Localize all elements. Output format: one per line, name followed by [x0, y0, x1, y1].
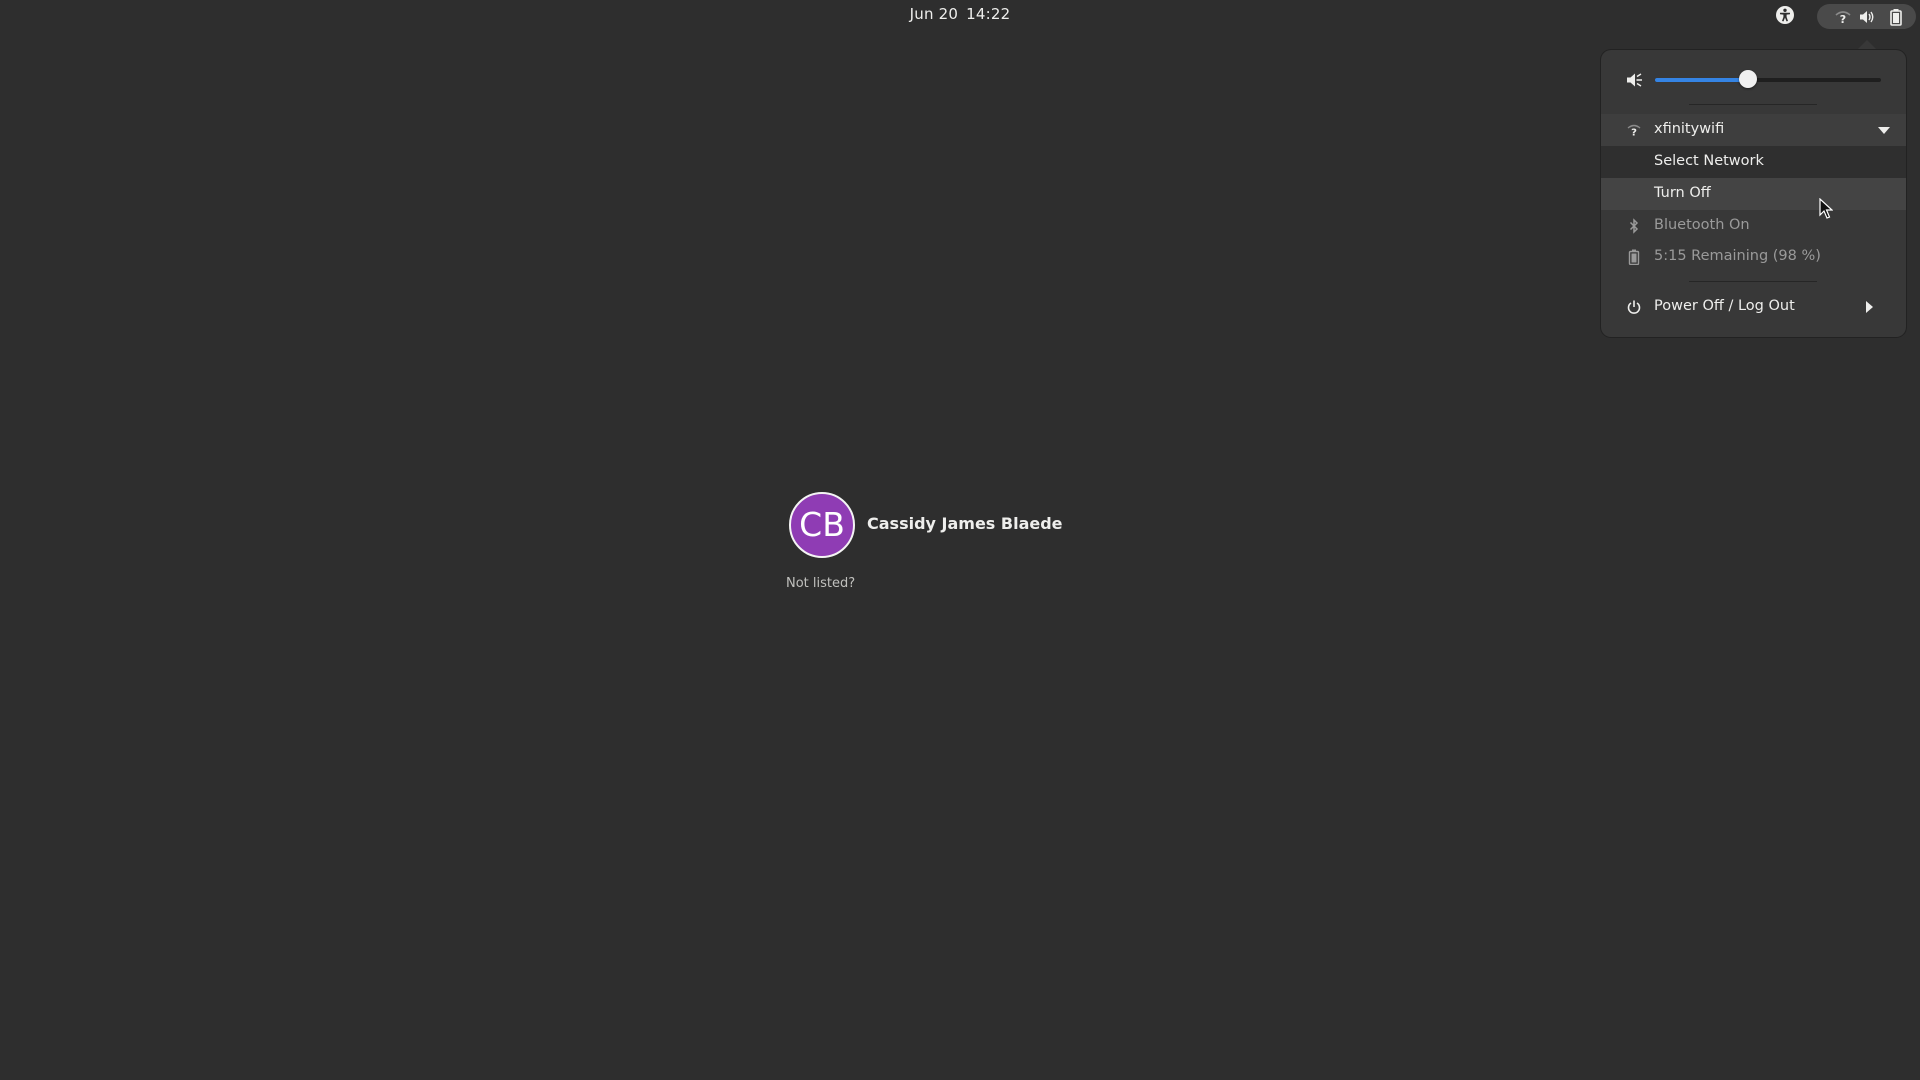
user-name[interactable]: Cassidy James Blaede [867, 514, 1063, 533]
not-listed-link[interactable]: Not listed? [786, 576, 855, 591]
turn-off-wifi-item[interactable]: Turn Off [1601, 178, 1906, 210]
wifi-unknown-icon: ? [1626, 122, 1642, 139]
wifi-unknown-icon: ? [1834, 8, 1852, 26]
accessibility-icon[interactable] [1776, 6, 1794, 24]
top-bar: Jun 20 14:22 ? [0, 0, 1920, 32]
battery-item[interactable]: 5:15 Remaining (98 %) [1601, 241, 1906, 273]
volume-slider[interactable] [1655, 70, 1881, 88]
bluetooth-label: Bluetooth On [1654, 217, 1750, 233]
system-menu: ? xfinitywifi Select Network Turn Off Bl… [1601, 50, 1906, 337]
power-off-log-out-item[interactable]: Power Off / Log Out [1601, 291, 1906, 323]
turn-off-label: Turn Off [1654, 185, 1711, 201]
select-network-label: Select Network [1654, 153, 1764, 169]
wifi-network-name: xfinitywifi [1654, 121, 1725, 137]
separator [1689, 104, 1817, 105]
battery-icon [1887, 8, 1905, 26]
avatar[interactable]: CB [789, 492, 855, 558]
volume-slider-fill [1655, 78, 1748, 82]
bluetooth-item[interactable]: Bluetooth On [1601, 210, 1906, 242]
chevron-right-icon [1866, 301, 1873, 313]
bluetooth-icon [1626, 218, 1642, 234]
clock-time: 14:22 [966, 5, 1011, 23]
separator [1689, 281, 1817, 282]
popover-arrow [1857, 40, 1877, 50]
select-network-item[interactable]: Select Network [1601, 146, 1906, 178]
wifi-menu-item[interactable]: ? xfinitywifi [1601, 114, 1906, 146]
volume-icon [1858, 8, 1876, 26]
system-status-button[interactable]: ? [1817, 4, 1916, 29]
battery-label: 5:15 Remaining (98 %) [1654, 248, 1821, 264]
mouse-cursor-icon [1819, 197, 1834, 224]
svg-text:?: ? [1631, 128, 1637, 139]
volume-row [1601, 50, 1906, 110]
chevron-down-icon [1878, 127, 1890, 134]
svg-text:?: ? [1840, 13, 1846, 26]
clock[interactable]: Jun 20 14:22 [0, 5, 1920, 23]
battery-icon [1626, 249, 1642, 266]
power-label: Power Off / Log Out [1654, 298, 1795, 314]
power-icon [1626, 299, 1642, 315]
volume-slider-knob[interactable] [1738, 70, 1757, 88]
volume-muted-icon[interactable] [1625, 70, 1645, 90]
clock-date: Jun 20 [909, 5, 959, 23]
